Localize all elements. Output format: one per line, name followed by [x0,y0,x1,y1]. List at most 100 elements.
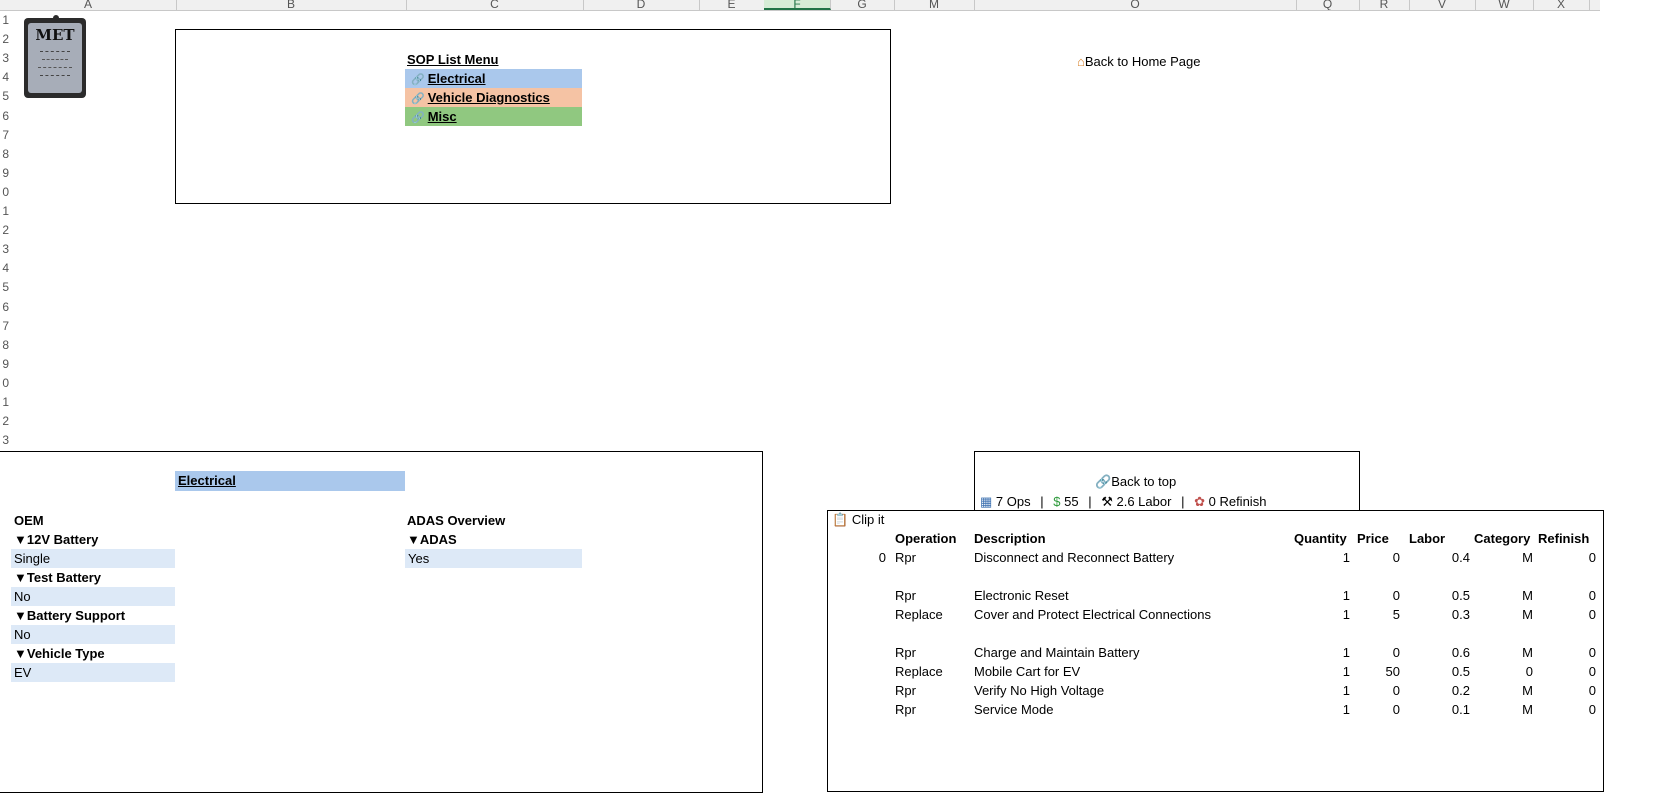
column-header-price[interactable]: Price [1357,529,1389,548]
table-cell-category: M [1522,588,1533,603]
table-cell-operation: Replace [895,607,943,622]
field-value[interactable]: Single [11,549,175,568]
separator: | [1181,494,1185,509]
table-cell-price: 0 [1392,645,1400,660]
table-cell-labor: 0.2 [1451,683,1470,698]
table-cell-description: Electronic Reset [974,588,1069,603]
row-header[interactable]: 2 [0,30,9,49]
table-cell-price: 0 [1392,683,1400,698]
column-header-category[interactable]: Category [1474,529,1530,548]
row-header[interactable]: 7 [0,126,9,145]
row-header[interactable]: 8 [0,145,9,164]
table-cell-category [1475,567,1533,586]
column-header-g[interactable]: G [830,0,895,10]
table-cell-labor: 0.5 [1451,588,1470,603]
field-value[interactable]: No [11,587,175,606]
column-header-f[interactable]: F [764,0,831,10]
column-header-x[interactable]: X [1533,0,1590,10]
sop-menu-title[interactable]: SOP List Menu [407,50,499,69]
row-header[interactable]: 0 [0,183,9,202]
table-cell-description: Charge and Maintain Battery [974,645,1140,660]
sop-menu-item-label: Misc [427,109,457,124]
table-cell-labor: 0.4 [1451,550,1470,565]
met-logo: MET [24,15,86,98]
row-index: 0 [878,550,886,565]
row-header[interactable]: 1 [0,11,9,30]
column-header-b[interactable]: B [176,0,407,10]
row-header[interactable]: 8 [0,336,9,355]
table-cell-operation: Rpr [895,702,916,717]
table-cell-refinish: 0 [1588,645,1596,660]
back-to-top-label: Back to top [1111,474,1177,489]
tools-icon: ⚒ [1101,494,1113,509]
sop-menu-item-label: Electrical [427,71,486,86]
row-header[interactable]: 6 [0,107,9,126]
row-header[interactable]: 0 [0,374,9,393]
sop-menu-item[interactable]: 🔗 Vehicle Diagnostics [405,88,582,107]
table-cell-operation: Replace [895,664,943,679]
table-cell-price: 0 [1392,550,1400,565]
table-cell-description: Verify No High Voltage [974,683,1105,698]
table-cell-labor: 0.3 [1451,607,1470,622]
column-header-quantity[interactable]: Quantity [1294,529,1347,548]
row-header[interactable]: 2 [0,221,9,240]
column-header-o[interactable]: O [974,0,1297,10]
house-icon: ⌂ [1077,54,1085,69]
column-header-v[interactable]: V [1409,0,1476,10]
row-header[interactable]: 2 [0,412,9,431]
column-header-refinish[interactable]: Refinish [1538,529,1589,548]
table-cell-category: M [1522,683,1533,698]
table-cell-quantity: 1 [1342,645,1350,660]
column-header-description[interactable]: Description [974,529,1046,548]
table-cell-price [1358,624,1400,643]
row-header[interactable]: 7 [0,317,9,336]
row-header[interactable]: 9 [0,164,9,183]
electrical-title[interactable]: Electrical [175,471,405,491]
field-value[interactable]: EV [11,663,175,682]
row-header[interactable]: 9 [0,355,9,374]
home-link-label: Back to Home Page [1084,54,1201,69]
sop-menu-item[interactable]: 🔗 Electrical [405,69,582,88]
sop-menu-item[interactable]: 🔗 Misc [405,107,582,126]
home-link[interactable]: ⌂Back to Home Page [1077,52,1200,71]
column-header-c[interactable]: C [406,0,584,10]
row-header[interactable]: 5 [0,87,9,106]
table-cell-refinish: 0 [1588,664,1596,679]
column-header-w[interactable]: W [1475,0,1534,10]
adas-value[interactable]: Yes [405,549,582,568]
column-header-e[interactable]: E [699,0,765,10]
column-header-d[interactable]: D [583,0,700,10]
column-header-r[interactable]: R [1359,0,1410,10]
row-header[interactable]: 4 [0,68,9,87]
table-cell-category [1475,624,1533,643]
row-header[interactable]: 3 [0,49,9,68]
field-value[interactable]: No [11,625,175,644]
row-header[interactable]: 5 [0,278,9,297]
back-to-top-link[interactable]: 🔗Back to top [1095,472,1176,491]
row-header[interactable]: 1 [0,393,9,412]
column-header-a[interactable]: A [0,0,177,10]
table-cell-refinish: 0 [1588,588,1596,603]
table-cell-description: Service Mode [974,702,1054,717]
column-header-labor[interactable]: Labor [1409,529,1445,548]
table-cell-quantity [1290,567,1350,586]
row-header[interactable]: 3 [0,431,9,450]
table-cell-quantity: 1 [1342,607,1350,622]
table-cell-quantity: 1 [1342,702,1350,717]
table-cell-category: M [1522,645,1533,660]
field-label: ▼Vehicle Type [14,646,105,661]
column-header-m[interactable]: M [894,0,975,10]
column-header-operation[interactable]: Operation [895,529,956,548]
link-icon: 🔗 [1095,474,1112,489]
column-header-q[interactable]: Q [1296,0,1360,10]
clip-it-button[interactable]: 📋 Clip it [832,510,884,529]
row-header[interactable]: 6 [0,298,9,317]
row-header[interactable]: 1 [0,202,9,221]
table-cell-category: M [1522,550,1533,565]
summary-stats: ▦ 7 Ops | $ 55 | ⚒ 2.6 Labor | ✿ 0 Refin… [980,492,1266,511]
field-label: ▼12V Battery [14,532,99,547]
table-cell-refinish [1540,624,1596,643]
row-header[interactable]: 4 [0,259,9,278]
table-cell-refinish: 0 [1588,702,1596,717]
row-header[interactable]: 3 [0,240,9,259]
